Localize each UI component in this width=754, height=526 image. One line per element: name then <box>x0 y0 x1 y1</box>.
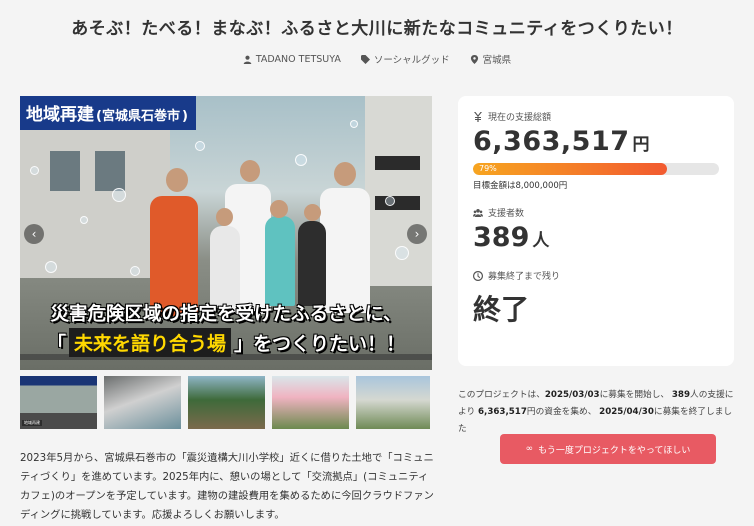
project-description: 2023年5月から、宮城県石巻市の「震災遺構大川小学校」近くに借りた土地で「コミ… <box>20 452 434 521</box>
hero-headline-rest: 」をつくりたい！！ <box>234 333 406 355</box>
result-text-4: 円の資金を集め、 <box>526 407 597 417</box>
location-name: 宮城県 <box>482 55 512 66</box>
result-text-2: に募集を開始し、 <box>599 390 670 400</box>
prev-slide-button[interactable]: ‹ <box>24 224 44 244</box>
progress-bar: 79% <box>473 163 719 175</box>
supporters-count-value: 389 <box>473 222 530 253</box>
result-summary: このプロジェクトは、2025/03/03に募集を開始し、 389人の支援により … <box>458 387 738 438</box>
hero-headline-open: 「 <box>46 333 66 355</box>
hero-headline-highlight: 未来を語り合う場 <box>68 328 231 357</box>
thumbnail-strip: 地域再建 <box>20 376 430 429</box>
result-backers: 389 <box>671 390 690 400</box>
total-label: 現在の支援総額 <box>488 113 552 123</box>
remaining-value: 終了 <box>473 293 530 326</box>
user-icon <box>243 55 252 64</box>
goal-amount: 目標金額は8,000,000円 <box>473 181 568 191</box>
thumbnail-5[interactable] <box>356 376 430 429</box>
supporters-label-row: 支援者数 <box>473 206 719 219</box>
tag-icon <box>360 54 370 64</box>
request-again-label: もう一度プロジェクトをやってほしい <box>538 445 691 456</box>
progress-fill <box>473 163 668 175</box>
chevron-right-icon: › <box>414 227 420 241</box>
chevron-left-icon: ‹ <box>31 227 37 241</box>
location-link[interactable]: 宮城県 <box>470 52 512 66</box>
map-pin-icon <box>470 54 478 64</box>
project-title: あそぶ！たべる！まなぶ！ふるさと大川に新たなコミュニティをつくりたい！ <box>71 19 683 39</box>
author-name: TADANO TETSUYA <box>255 53 341 65</box>
infinity-icon: ∞ <box>525 444 534 454</box>
category-link[interactable]: ソーシャルグッド <box>360 52 450 66</box>
users-icon <box>473 208 483 217</box>
hero-tag-sub: (宮城県石巻市 <box>96 109 180 124</box>
stats-panel: 現在の支援総額 6,363,517 円 79% 目標金額は8,000,000円 支… <box>458 96 734 366</box>
yen-icon <box>474 111 482 122</box>
hero-tag-main: 地域再建 <box>26 105 94 125</box>
hero-headline-1: 災害危険区域の指定を受けたふるさとに、 <box>50 304 402 325</box>
thumbnail-2[interactable] <box>104 376 181 429</box>
total-label-row: 現在の支援総額 <box>473 110 719 123</box>
clock-icon <box>473 270 483 281</box>
result-amount: 6,363,517 <box>477 407 527 417</box>
supporters-label: 支援者数 <box>488 209 525 219</box>
thumbnail-caption: 地域再建 <box>22 420 42 426</box>
total-amount-unit: 円 <box>632 135 651 155</box>
request-again-button[interactable]: ∞ もう一度プロジェクトをやってほしい <box>500 434 716 464</box>
next-slide-button[interactable]: › <box>407 224 427 244</box>
hero-region-tag: 地域再建 (宮城県石巻市) <box>20 96 196 130</box>
remaining-label: 募集終了まで残り <box>488 272 561 282</box>
thumbnail-3[interactable] <box>188 376 265 429</box>
hero-headline-2: 「 未来を語り合う場 」をつくりたい！！ <box>20 328 432 357</box>
supporters-count: 389 人 <box>473 222 719 253</box>
progress-percent: 79% <box>479 164 497 173</box>
result-end-date: 2025/04/30 <box>599 407 654 417</box>
hero-image[interactable]: 地域再建 (宮城県石巻市) 災害危険区域の指定を受けたふるさとに、 「 未来を語… <box>20 96 432 370</box>
supporters-count-unit: 人 <box>532 231 550 251</box>
total-amount: 6,363,517 円 <box>473 126 719 157</box>
project-meta: TADANO TETSUYA ソーシャルグッド 宮城県 <box>0 52 754 66</box>
hero-tag-close: ) <box>181 109 188 124</box>
author-link[interactable]: TADANO TETSUYA <box>243 52 341 66</box>
thumbnail-4[interactable] <box>272 376 349 429</box>
thumbnail-1[interactable]: 地域再建 <box>20 376 97 429</box>
result-start-date: 2025/03/03 <box>544 390 600 400</box>
remaining-label-row: 募集終了まで残り <box>473 269 719 282</box>
category-name: ソーシャルグッド <box>373 55 450 66</box>
result-text-1: このプロジェクトは、 <box>458 390 545 400</box>
total-amount-value: 6,363,517 <box>473 126 630 157</box>
